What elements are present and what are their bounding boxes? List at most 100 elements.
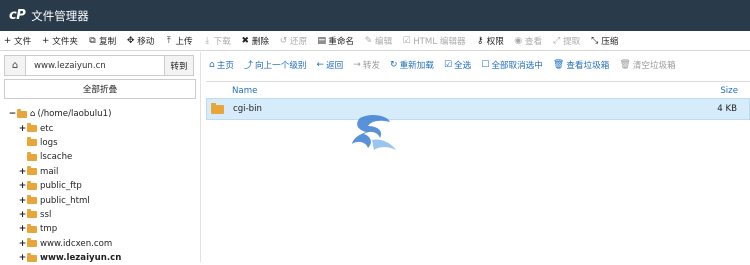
folder-icon bbox=[27, 252, 37, 262]
toolbar-icon: ⤒ bbox=[166, 35, 171, 46]
expand-icon[interactable]: + bbox=[18, 210, 27, 220]
expand-icon[interactable]: + bbox=[18, 196, 27, 206]
toolbar-button-11[interactable]: ⚷ 权限 bbox=[476, 35, 504, 47]
toolbar-label: 权限 bbox=[486, 36, 504, 47]
tree-item-label: mail bbox=[40, 166, 59, 177]
go-button[interactable]: 转到 bbox=[164, 55, 194, 76]
toolbar-label: 编辑 bbox=[375, 36, 393, 47]
folder-icon bbox=[211, 103, 224, 114]
toolbar-icon: ▤ bbox=[317, 35, 326, 46]
collapse-icon[interactable]: − bbox=[8, 109, 17, 119]
toolbar-label: 移动 bbox=[137, 36, 155, 47]
toolbar-icon: ⤓ bbox=[205, 35, 210, 46]
tree-item[interactable]: + tmp bbox=[8, 222, 121, 236]
expand-icon[interactable]: + bbox=[18, 124, 27, 134]
tree-item[interactable]: + public_html bbox=[8, 193, 121, 207]
collapse-all-button[interactable]: 全部折叠 bbox=[4, 79, 196, 99]
cpanel-logo: cP bbox=[9, 8, 26, 23]
address-input[interactable]: www.lezaiyun.cn bbox=[26, 55, 164, 76]
toolbar-button-3[interactable]: ✥ 移动 bbox=[126, 35, 154, 47]
tree-item[interactable]: + mail bbox=[8, 165, 121, 179]
tree-item-label: logs bbox=[40, 137, 58, 148]
title-bar: cP 文件管理器 bbox=[0, 0, 750, 31]
nav-button-2[interactable]: ← 返回 bbox=[317, 59, 344, 71]
tree-item[interactable]: + etc bbox=[8, 121, 121, 135]
column-size-header[interactable]: Size bbox=[720, 86, 738, 96]
toolbar-button-2[interactable]: ⧉ 复制 bbox=[88, 35, 116, 47]
file-size: 4 KB bbox=[717, 104, 737, 114]
toolbar-icon: ✖ bbox=[241, 35, 250, 46]
tree-item[interactable]: + ssl bbox=[8, 208, 121, 222]
toolbar-button-8[interactable]: ▤ 重命名 bbox=[317, 35, 354, 47]
nav-label: 查看垃圾箱 bbox=[566, 60, 610, 71]
left-panel: ⌂ www.lezaiyun.cn 转到 全部折叠 − ⌂ (/home/laobu… bbox=[0, 52, 201, 265]
toolbar-button-9[interactable]: ✎ 编辑 bbox=[364, 35, 392, 47]
toolbar-label: 还原 bbox=[290, 36, 308, 47]
nav-button-5[interactable]: ☑ 全选 bbox=[444, 59, 471, 71]
toolbar-button-10[interactable]: ☑ HTML 编辑器 bbox=[402, 35, 466, 47]
tree-item-label: ssl bbox=[40, 209, 52, 220]
toolbar-icon: + bbox=[3, 35, 12, 46]
nav-button-0[interactable]: ⌂ 主页 bbox=[209, 59, 234, 71]
folder-icon bbox=[27, 151, 37, 161]
toolbar-icon: ☑ bbox=[402, 35, 411, 46]
nav-icon: ← bbox=[316, 59, 325, 70]
toolbar-icon: ⚷ bbox=[476, 35, 484, 46]
tree-item[interactable]: + www.idcxen.com bbox=[8, 237, 121, 251]
toolbar-button-12[interactable]: ◉ 查看 bbox=[514, 35, 542, 47]
nav-button-1[interactable]: ⤴ 向上一个级别 bbox=[243, 58, 307, 72]
tree-item-label: (/home/laobulu1) bbox=[37, 109, 112, 120]
nav-button-3[interactable]: → 转发 bbox=[353, 59, 380, 71]
home-icon[interactable]: ⌂ bbox=[4, 55, 26, 76]
tree-item[interactable]: − ⌂ (/home/laobulu1) bbox=[8, 107, 121, 121]
expand-icon[interactable]: + bbox=[18, 167, 27, 177]
tree-item-label: etc bbox=[40, 123, 54, 134]
nav-icon: 🗑 bbox=[619, 59, 631, 70]
toolbar-icon: ⤡ bbox=[591, 35, 599, 46]
nav-button-8[interactable]: 🗑 清空垃圾箱 bbox=[619, 59, 675, 71]
folder-tree: − ⌂ (/home/laobulu1) + etc logs lscache + mail + p… bbox=[8, 107, 121, 265]
app-title: 文件管理器 bbox=[31, 8, 89, 23]
expand-icon[interactable]: + bbox=[18, 224, 27, 234]
toolbar-button-13[interactable]: ⤢ 提取 bbox=[552, 35, 580, 47]
tree-item[interactable]: lscache bbox=[8, 150, 121, 164]
folder-icon bbox=[27, 223, 37, 233]
table-row[interactable]: cgi-bin 4 KB bbox=[206, 98, 750, 120]
expand-icon[interactable]: + bbox=[18, 181, 27, 191]
tree-item[interactable]: + www.lezaiyun.cn bbox=[8, 251, 121, 265]
toolbar-button-7[interactable]: ↺ 还原 bbox=[279, 35, 307, 47]
toolbar-button-0[interactable]: + 文件 bbox=[3, 35, 31, 47]
nav-icon: ⤴ bbox=[243, 61, 253, 71]
toolbar-label: 提取 bbox=[563, 36, 581, 47]
nav-icon: ☑ bbox=[443, 59, 453, 70]
tree-item[interactable]: logs bbox=[8, 136, 121, 150]
tree-item[interactable]: + public_ftp bbox=[8, 179, 121, 193]
nav-label: 重新加载 bbox=[399, 60, 434, 71]
folder-icon bbox=[27, 166, 37, 176]
toolbar-button-1[interactable]: + 文件夹 bbox=[41, 35, 78, 47]
toolbar-label: 重命名 bbox=[328, 36, 355, 47]
nav-bar: ⌂ 主页 ⤴ 向上一个级别 ← 返回 → 转发 ↻ 重新加载 ☑ 全选 ☐ 全部取消选中 🗑 查看垃圾箱 🗑 清空… bbox=[206, 52, 750, 77]
nav-label: 向上一个级别 bbox=[254, 60, 307, 71]
tree-item-label: lscache bbox=[40, 152, 73, 163]
nav-label: 全选 bbox=[454, 60, 472, 71]
toolbar-button-5[interactable]: ⤓ 下载 bbox=[203, 35, 231, 47]
nav-label: 清空垃圾箱 bbox=[632, 60, 676, 71]
nav-label: 转发 bbox=[362, 60, 381, 71]
nav-icon: → bbox=[353, 59, 361, 70]
tree-item-label: public_ftp bbox=[40, 181, 82, 192]
tree-item-label: www.idcxen.com bbox=[40, 238, 113, 249]
expand-icon[interactable]: + bbox=[18, 239, 27, 249]
nav-button-6[interactable]: ☐ 全部取消选中 bbox=[481, 59, 543, 71]
toolbar-label: 查看 bbox=[524, 36, 543, 47]
folder-icon bbox=[27, 137, 37, 147]
column-name-header[interactable]: Name bbox=[232, 86, 257, 96]
home-icon: ⌂ bbox=[30, 109, 36, 120]
nav-button-7[interactable]: 🗑 查看垃圾箱 bbox=[553, 59, 609, 71]
toolbar-button-6[interactable]: ✖ 删除 bbox=[241, 35, 269, 47]
toolbar-icon: ◉ bbox=[514, 35, 523, 46]
toolbar-button-4[interactable]: ⤒ 上传 bbox=[164, 35, 193, 47]
nav-button-4[interactable]: ↻ 重新加载 bbox=[390, 59, 434, 71]
toolbar: + 文件 + 文件夹 ⧉ 复制 ✥ 移动 ⤒ 上传 ⤓ 下载 ✖ 删除 ↺ 还原 ▤ 重命名 ✎ 编辑 ☑ HTML 编辑… bbox=[0, 31, 750, 51]
toolbar-button-14[interactable]: ⤡ 压缩 bbox=[590, 35, 618, 47]
